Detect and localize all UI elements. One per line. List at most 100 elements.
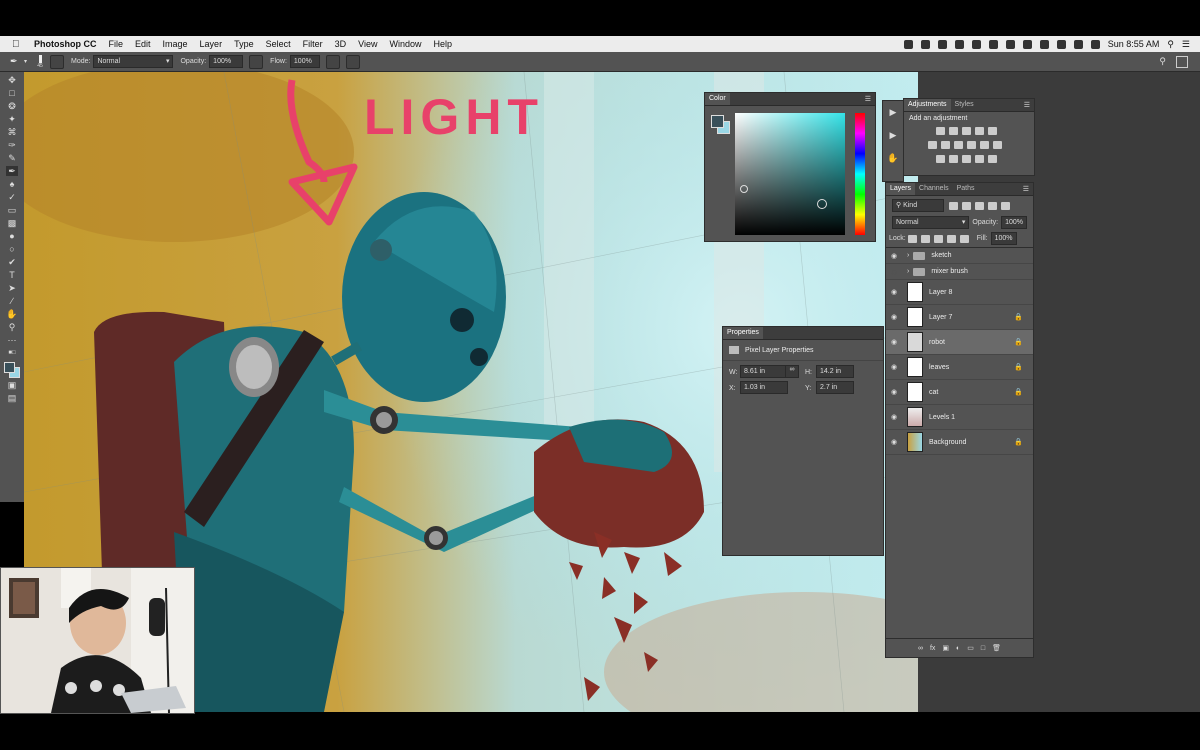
layer-opacity-field[interactable]: 100% (1001, 216, 1027, 229)
airbrush-icon[interactable] (325, 54, 340, 69)
expand-arrow-icon[interactable]: › (907, 252, 909, 259)
delete-layer-icon[interactable]: 🗑 (992, 644, 1001, 652)
color-balance-icon[interactable] (941, 141, 950, 149)
layer-name[interactable]: leaves (929, 364, 949, 371)
status-app-icon[interactable] (920, 39, 930, 49)
brush-tool-preset-icon[interactable]: ✒ (10, 56, 24, 67)
wifi-icon[interactable] (1056, 39, 1066, 49)
more-tools-icon[interactable]: ⋯ (6, 335, 18, 345)
spotlight-icon[interactable]: ⚲ (1167, 39, 1174, 50)
quick-mask-icon[interactable]: ▣ (6, 380, 18, 390)
channel-mixer-icon[interactable] (980, 141, 989, 149)
tab-layers[interactable]: Layers (886, 183, 916, 195)
search-icon[interactable]: ⚲ (1159, 56, 1166, 67)
layer-row[interactable]: ◉ Background 🔒 (886, 430, 1033, 455)
photo-filter-icon[interactable] (967, 141, 976, 149)
tab-channels[interactable]: Channels (915, 183, 953, 195)
tool-presets-icon[interactable]: ✋ (883, 153, 903, 164)
tab-adjustments[interactable]: Adjustments (904, 99, 951, 111)
exposure-icon[interactable] (975, 127, 984, 135)
airplay-icon[interactable] (1005, 39, 1015, 49)
selective-color-icon[interactable] (988, 155, 997, 163)
visibility-eye-icon[interactable]: ◉ (891, 438, 901, 446)
filter-shape-icon[interactable] (988, 201, 997, 210)
layer-row[interactable]: ◉ cat 🔒 (886, 380, 1033, 405)
dodge-tool-icon[interactable]: ○ (6, 244, 18, 254)
curves-icon[interactable] (962, 127, 971, 135)
layer-row[interactable]: ◉ › sketch (886, 248, 1033, 264)
layer-name[interactable]: cat (929, 389, 938, 396)
bluetooth-icon[interactable] (1039, 39, 1049, 49)
quick-select-tool-icon[interactable]: ✦ (6, 114, 18, 124)
notification-center-icon[interactable]: ☰ (1182, 39, 1190, 50)
visibility-eye-icon[interactable]: ◉ (891, 252, 901, 260)
zoom-tool-icon[interactable]: ⚲ (6, 322, 18, 332)
battery-icon[interactable] (1090, 39, 1100, 49)
color-lookup-icon[interactable] (993, 141, 1002, 149)
new-layer-icon[interactable]: □ (981, 645, 985, 652)
line-tool-icon[interactable]: ∕ (6, 296, 18, 306)
brightness-contrast-icon[interactable] (936, 127, 945, 135)
layer-row[interactable]: ◉ leaves 🔒 (886, 355, 1033, 380)
visibility-eye-icon[interactable]: ◉ (891, 363, 901, 371)
time-machine-icon[interactable] (1022, 39, 1032, 49)
hue-slider[interactable] (855, 113, 865, 235)
status-app-icon[interactable] (954, 39, 964, 49)
link-icon[interactable]: ∞ (785, 365, 799, 378)
layer-name[interactable]: Layer 8 (929, 289, 952, 296)
opacity-field[interactable]: 100% (209, 55, 244, 68)
tab-properties[interactable]: Properties (723, 327, 763, 339)
pen-tool-icon[interactable]: ✔ (6, 257, 18, 267)
visibility-eye-icon[interactable]: ◉ (891, 413, 901, 421)
layer-filter-dropdown[interactable]: ⚲ Kind (892, 199, 944, 212)
lock-transparent-icon[interactable] (907, 234, 917, 243)
mode-dropdown[interactable]: Normal ▾ (93, 55, 174, 68)
app-menu[interactable]: Photoshop CC (34, 39, 97, 49)
screen-mode-icon[interactable]: ▤ (6, 393, 18, 403)
layer-row[interactable]: ◉ Levels 1 (886, 405, 1033, 430)
fg-bg-swatch-icon[interactable] (711, 115, 730, 134)
brush-panel-toggle-icon[interactable] (50, 54, 65, 69)
filter-adjustment-icon[interactable] (962, 201, 971, 210)
layer-name[interactable]: Levels 1 (929, 414, 955, 421)
menu-3d[interactable]: 3D (335, 39, 347, 49)
healing-brush-tool-icon[interactable]: ✎ (6, 153, 18, 163)
layer-row[interactable]: ◉ Layer 8 (886, 280, 1033, 305)
crop-tool-icon[interactable]: ⌘ (6, 127, 18, 137)
visibility-eye-icon[interactable]: ◉ (891, 313, 901, 321)
layer-name[interactable]: sketch (931, 252, 951, 259)
layer-row[interactable]: ◉ Layer 7 🔒 (886, 305, 1033, 330)
lasso-tool-icon[interactable]: ❂ (6, 101, 18, 111)
preset-dropdown-icon[interactable]: ▾ (24, 58, 27, 65)
menu-edit[interactable]: Edit (135, 39, 151, 49)
gradient-tool-icon[interactable]: ▩ (6, 218, 18, 228)
blend-mode-dropdown[interactable]: Normal ▾ (892, 216, 970, 229)
flow-field[interactable]: 100% (289, 55, 320, 68)
history-icon[interactable]: ▶ (883, 107, 903, 118)
foreground-background-colors[interactable] (3, 361, 21, 378)
layer-name[interactable]: Background (929, 439, 966, 446)
layer-name[interactable]: robot (929, 339, 945, 346)
menu-window[interactable]: Window (389, 39, 421, 49)
volume-icon[interactable] (1073, 39, 1083, 49)
posterize-icon[interactable] (949, 155, 958, 163)
pressure-opacity-icon[interactable] (249, 54, 264, 69)
path-selection-tool-icon[interactable]: ➤ (6, 283, 18, 293)
height-field[interactable]: 14.2 in (816, 365, 854, 378)
layer-style-icon[interactable]: fx (930, 645, 935, 652)
hand-tool-icon[interactable]: ✋ (6, 309, 18, 319)
menu-help[interactable]: Help (433, 39, 452, 49)
invert-icon[interactable] (936, 155, 945, 163)
menubar-clock[interactable]: Sun 8:55 AM (1108, 39, 1160, 49)
new-group-icon[interactable]: ▭ (967, 644, 974, 652)
menu-layer[interactable]: Layer (200, 39, 223, 49)
link-layers-icon[interactable]: ∞ (918, 645, 923, 652)
filter-pixel-icon[interactable] (949, 201, 958, 210)
status-app-icon[interactable] (988, 39, 998, 49)
x-field[interactable]: 1.03 in (740, 381, 788, 394)
y-field[interactable]: 2.7 in (816, 381, 854, 394)
apple-icon[interactable]:  (12, 39, 24, 50)
status-app-icon[interactable] (903, 39, 913, 49)
menu-select[interactable]: Select (266, 39, 291, 49)
menu-image[interactable]: Image (163, 39, 188, 49)
